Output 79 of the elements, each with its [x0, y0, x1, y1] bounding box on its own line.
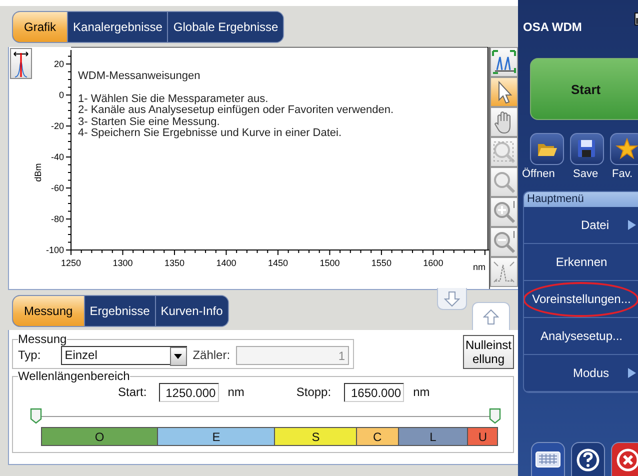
band-segment: L [398, 428, 468, 445]
band-segment: E [157, 428, 274, 445]
tab[interactable]: Kurven-Info [154, 296, 228, 326]
keyboard-button[interactable] [531, 442, 565, 476]
axis-tick-label: 20 [54, 58, 64, 69]
axis-tick-label: -100 [46, 245, 64, 255]
field-label: Zähler: [192, 348, 230, 362]
quick-button[interactable] [570, 133, 604, 165]
menu-item[interactable]: Voreinstellungen... [524, 281, 638, 318]
expand-button[interactable] [472, 302, 510, 330]
axis-tick-label: 1450 [268, 258, 288, 268]
up-arrow-icon [483, 308, 499, 324]
quick-button-label: Save [573, 168, 598, 180]
menu-item[interactable]: Modus [524, 355, 638, 392]
field-label: Stopp: [296, 385, 332, 399]
quick-button[interactable] [610, 133, 638, 165]
reset-button[interactable]: Nulleinstellung [463, 335, 514, 369]
band-segment: O [42, 428, 158, 445]
axis-tick-label: -40 [50, 152, 64, 162]
zoom-out-icon [491, 229, 517, 255]
axis-tick-label: -60 [50, 182, 64, 193]
field-label: Start: [118, 385, 147, 399]
axis-tick-label: 1500 [320, 258, 340, 268]
quick-button-label: Öffnen [522, 168, 555, 180]
caret-icon [174, 354, 182, 358]
instruction-step: 3- Starten Sie eine Messung. [78, 116, 394, 128]
peak-icon [491, 259, 517, 285]
instruction-step: 2- Kanäle aus Analysesetup einfügen oder Favoriten verwenden. [78, 105, 394, 116]
axis-tick-label: 1300 [112, 258, 133, 268]
axis-tick-label: 1350 [164, 258, 184, 268]
range-thumb[interactable] [30, 408, 42, 424]
zoom-icon [491, 169, 517, 195]
close-button[interactable] [611, 442, 638, 476]
band-segment: C [356, 428, 398, 445]
field-label: Typ: [18, 348, 41, 362]
instruction-step: 4- Speichern Sie Ergebnisse und Kurve in einer Datei. [78, 128, 394, 140]
axis-tick-label: 0 [58, 90, 64, 100]
instructions-title: WDM-Messanweisungen [78, 71, 202, 82]
help-button[interactable] [571, 442, 605, 476]
menu-item[interactable]: Analysesetup... [524, 318, 638, 355]
zoom-in-icon [491, 199, 517, 225]
quick-button-label: Fav. [612, 168, 633, 180]
peak-marker-button[interactable] [10, 48, 32, 79]
axis-tick-label: 1600 [423, 258, 444, 268]
star-icon [615, 137, 638, 161]
band-segment: U [467, 428, 497, 445]
start-button[interactable]: Start [530, 58, 638, 120]
field-label: nm [413, 385, 430, 399]
zoom-area-icon [491, 139, 517, 165]
axis-tick-label: 1400 [216, 258, 236, 268]
collapse-button[interactable] [437, 288, 467, 310]
down-arrow-icon [444, 290, 460, 306]
group-title: Wellenlängenbereich [18, 371, 130, 382]
menu-item[interactable]: Datei [524, 207, 638, 244]
quick-button[interactable] [530, 133, 564, 165]
start-field[interactable]: 1250.000 [158, 382, 219, 402]
tool-button[interactable] [490, 47, 518, 77]
tool-button[interactable] [490, 77, 518, 107]
menu-header: Hauptmenü [524, 192, 638, 207]
instruction-step: 1- Wählen Sie die Messparameter aus. [78, 94, 394, 105]
tab[interactable]: Grafik [13, 12, 68, 42]
tab[interactable]: Messung [13, 296, 84, 326]
axis-tick-label: 1250 [60, 258, 82, 268]
range-thumb[interactable] [489, 408, 501, 424]
axis-tick-label: -20 [50, 120, 64, 131]
x-axis-title: nm [473, 262, 486, 272]
menu-item[interactable]: Erkennen [524, 244, 638, 281]
axis-tick-label: 1550 [371, 258, 392, 268]
fit-view-icon [491, 49, 517, 75]
field-label: nm [228, 385, 244, 399]
peak-marker-icon [12, 50, 30, 78]
y-axis-title: dBm [33, 163, 43, 182]
axis-tick-label: -80 [50, 214, 64, 224]
app-title: OSA WDM [523, 20, 582, 34]
band-segment: S [274, 428, 356, 445]
type-dropdown[interactable]: Einzel [60, 346, 187, 364]
tab[interactable]: Globale Ergebnisse [167, 12, 284, 42]
group-title: Messung [18, 334, 67, 345]
stop-field[interactable]: 1650.000 [344, 382, 404, 402]
